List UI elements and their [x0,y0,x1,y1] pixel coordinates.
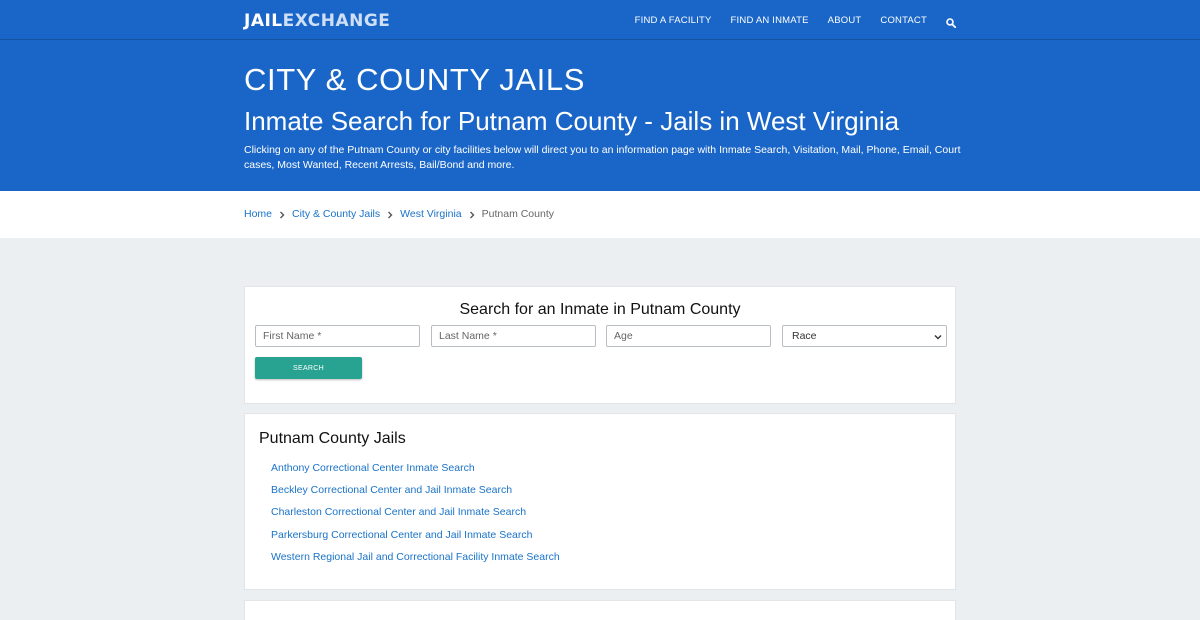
list-item: Charleston Correctional Center and Jail … [271,506,560,528]
list-item: Parkersburg Correctional Center and Jail… [271,529,560,551]
race-select[interactable]: Race [782,325,947,347]
county-jails-card: Putnam County Jails Anthony Correctional… [244,413,956,590]
breadcrumb-city-county-jails[interactable]: City & County Jails [292,208,380,220]
nav-contact[interactable]: CONTACT [880,15,927,26]
nav-find-facility[interactable]: FIND A FACILITY [635,15,712,26]
breadcrumb-home[interactable]: Home [244,208,272,220]
logo-text-jail: JAIL [244,11,283,31]
first-name-input[interactable] [255,325,420,347]
search-icon[interactable] [946,15,957,29]
race-select-value: Race [792,330,817,342]
breadcrumb-bar: Home City & County Jails West Virginia P… [0,191,1200,238]
last-name-input[interactable] [431,325,596,347]
chevron-right-icon [386,210,394,219]
page-title: CITY & COUNTY JAILS [244,62,586,97]
site-logo[interactable]: JAILEXCHANGE [244,11,390,31]
page-subtitle: Inmate Search for Putnam County - Jails … [244,106,900,136]
breadcrumb-current: Putnam County [481,208,554,220]
jail-link-beckley[interactable]: Beckley Correctional Center and Jail Inm… [271,484,512,496]
search-card-title: Search for an Inmate in Putnam County [459,301,741,318]
list-item: Western Regional Jail and Correctional F… [271,551,560,573]
top-navbar: JAILEXCHANGE FIND A FACILITY FIND AN INM… [0,0,1200,40]
hero-banner: CITY & COUNTY JAILS Inmate Search for Pu… [0,40,1200,191]
logo-text-exchange: EXCHANGE [282,11,391,31]
jail-link-parkersburg[interactable]: Parkersburg Correctional Center and Jail… [271,529,532,541]
nav-find-inmate[interactable]: FIND AN INMATE [731,15,809,26]
jail-link-charleston[interactable]: Charleston Correctional Center and Jail … [271,506,526,518]
jails-list: Anthony Correctional Center Inmate Searc… [271,462,560,573]
jail-link-western-regional[interactable]: Western Regional Jail and Correctional F… [271,551,560,563]
main-nav: FIND A FACILITY FIND AN INMATE ABOUT CON… [635,0,957,40]
nav-about[interactable]: ABOUT [828,15,862,26]
list-item: Anthony Correctional Center Inmate Searc… [271,462,560,484]
jails-card-title: Putnam County Jails [259,430,406,447]
chevron-right-icon [278,210,286,219]
chevron-right-icon [468,210,476,219]
inmate-search-card: Search for an Inmate in Putnam County Ra… [244,286,956,404]
age-input[interactable] [606,325,771,347]
hero-description: Clicking on any of the Putnam County or … [244,144,961,171]
jail-link-anthony[interactable]: Anthony Correctional Center Inmate Searc… [271,462,475,474]
search-button[interactable]: SEARCH [255,357,362,379]
breadcrumb: Home City & County Jails West Virginia P… [244,208,554,220]
next-section-card [244,600,956,620]
list-item: Beckley Correctional Center and Jail Inm… [271,484,560,506]
chevron-down-icon [934,332,942,340]
breadcrumb-west-virginia[interactable]: West Virginia [400,208,461,220]
